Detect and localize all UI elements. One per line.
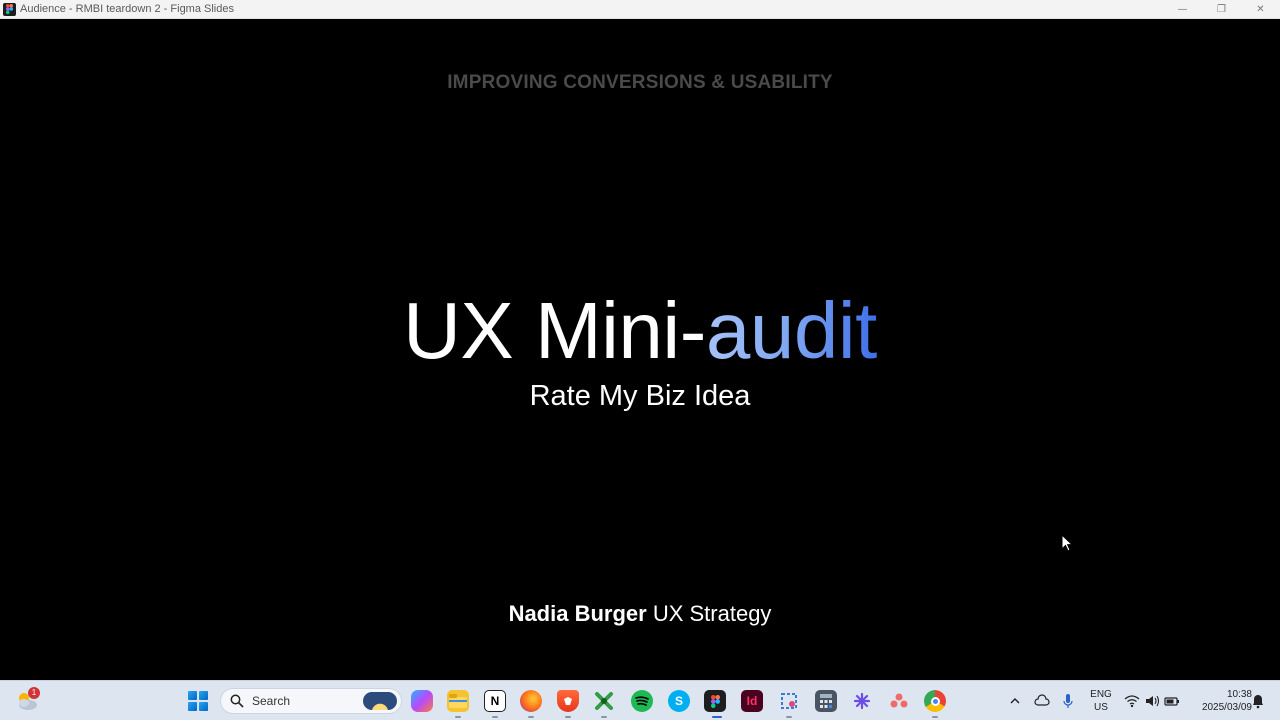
wifi-icon[interactable]: [1124, 693, 1140, 709]
snipping-tool-icon[interactable]: [778, 690, 800, 712]
start-tile: [188, 691, 197, 700]
running-indicator: [528, 716, 534, 718]
running-indicator: [492, 716, 498, 718]
author-role: UX Strategy: [646, 601, 772, 626]
language-code: ENG: [1090, 689, 1112, 700]
start-button[interactable]: [188, 691, 208, 711]
notification-badge: 1: [28, 687, 40, 699]
volume-icon[interactable]: [1144, 693, 1160, 709]
file-explorer-icon[interactable]: [447, 690, 469, 712]
running-indicator: [565, 716, 571, 718]
chrome-center: [930, 696, 940, 706]
running-indicator: [455, 716, 461, 718]
slide-subtitle: Rate My Biz Idea: [529, 380, 751, 412]
microphone-icon[interactable]: [1062, 693, 1074, 709]
close-button[interactable]: ✕: [1241, 0, 1280, 19]
running-indicator: [601, 716, 607, 718]
minimize-button[interactable]: —: [1163, 0, 1202, 19]
spotify-icon[interactable]: [631, 690, 653, 712]
skype-icon[interactable]: S: [668, 690, 690, 712]
slide-title-plain: UX Mini-: [403, 286, 706, 375]
figma-app-icon: [3, 2, 16, 16]
start-tile: [199, 691, 208, 700]
taskbar-search[interactable]: Search: [220, 688, 402, 714]
slide-byline: Nadia Burger UX Strategy: [0, 601, 1280, 627]
cloud-sync-icon[interactable]: [1034, 693, 1050, 709]
brave-icon[interactable]: [557, 690, 579, 712]
system-clock[interactable]: 10:38 2025/03/09: [1186, 688, 1252, 714]
mouse-cursor-icon: [1061, 534, 1073, 552]
search-icon: [230, 694, 244, 708]
window-titlebar: Audience - RMBI teardown 2 - Figma Slide…: [0, 0, 1280, 19]
battery-icon[interactable]: [1164, 693, 1180, 709]
firefox-icon[interactable]: [520, 690, 542, 712]
chevron-up-icon[interactable]: [1009, 693, 1021, 709]
restore-button[interactable]: ❐: [1202, 0, 1241, 19]
green-app-icon[interactable]: [593, 690, 615, 712]
window-title: Audience - RMBI teardown 2 - Figma Slide…: [20, 3, 234, 15]
start-tile: [188, 702, 197, 711]
presentation-slide[interactable]: IMPROVING CONVERSIONS & USABILITY UX Min…: [0, 19, 1280, 680]
chrome-icon[interactable]: [924, 690, 946, 712]
author-name: Nadia Burger: [508, 601, 647, 626]
search-highlight-image: [363, 692, 397, 710]
clock-time: 10:38: [1226, 689, 1252, 700]
slide-title: UX Mini-audit: [0, 283, 1280, 379]
running-indicator: [786, 716, 792, 718]
taskbar: 1 Search N S Id ENG US 10:38 2025/03/09: [0, 680, 1280, 720]
language-indicator[interactable]: ENG US: [1088, 688, 1114, 714]
active-indicator: [712, 716, 722, 718]
calculator-icon[interactable]: [815, 690, 837, 712]
notification-bell-icon[interactable]: [1252, 693, 1264, 709]
slide-title-accent: audit: [705, 286, 877, 375]
asana-icon[interactable]: [888, 690, 910, 712]
purple-app-icon[interactable]: [851, 690, 873, 712]
indesign-icon[interactable]: Id: [741, 690, 763, 712]
copilot-icon[interactable]: [411, 690, 433, 712]
clock-date: 2025/03/09: [1201, 702, 1252, 713]
running-indicator: [932, 716, 938, 718]
start-tile: [199, 702, 208, 711]
search-label: Search: [252, 694, 291, 708]
notion-icon[interactable]: N: [484, 690, 506, 712]
region-code: US: [1094, 702, 1108, 713]
figma-icon[interactable]: [704, 690, 726, 712]
slide-eyebrow: IMPROVING CONVERSIONS & USABILITY: [447, 72, 833, 93]
